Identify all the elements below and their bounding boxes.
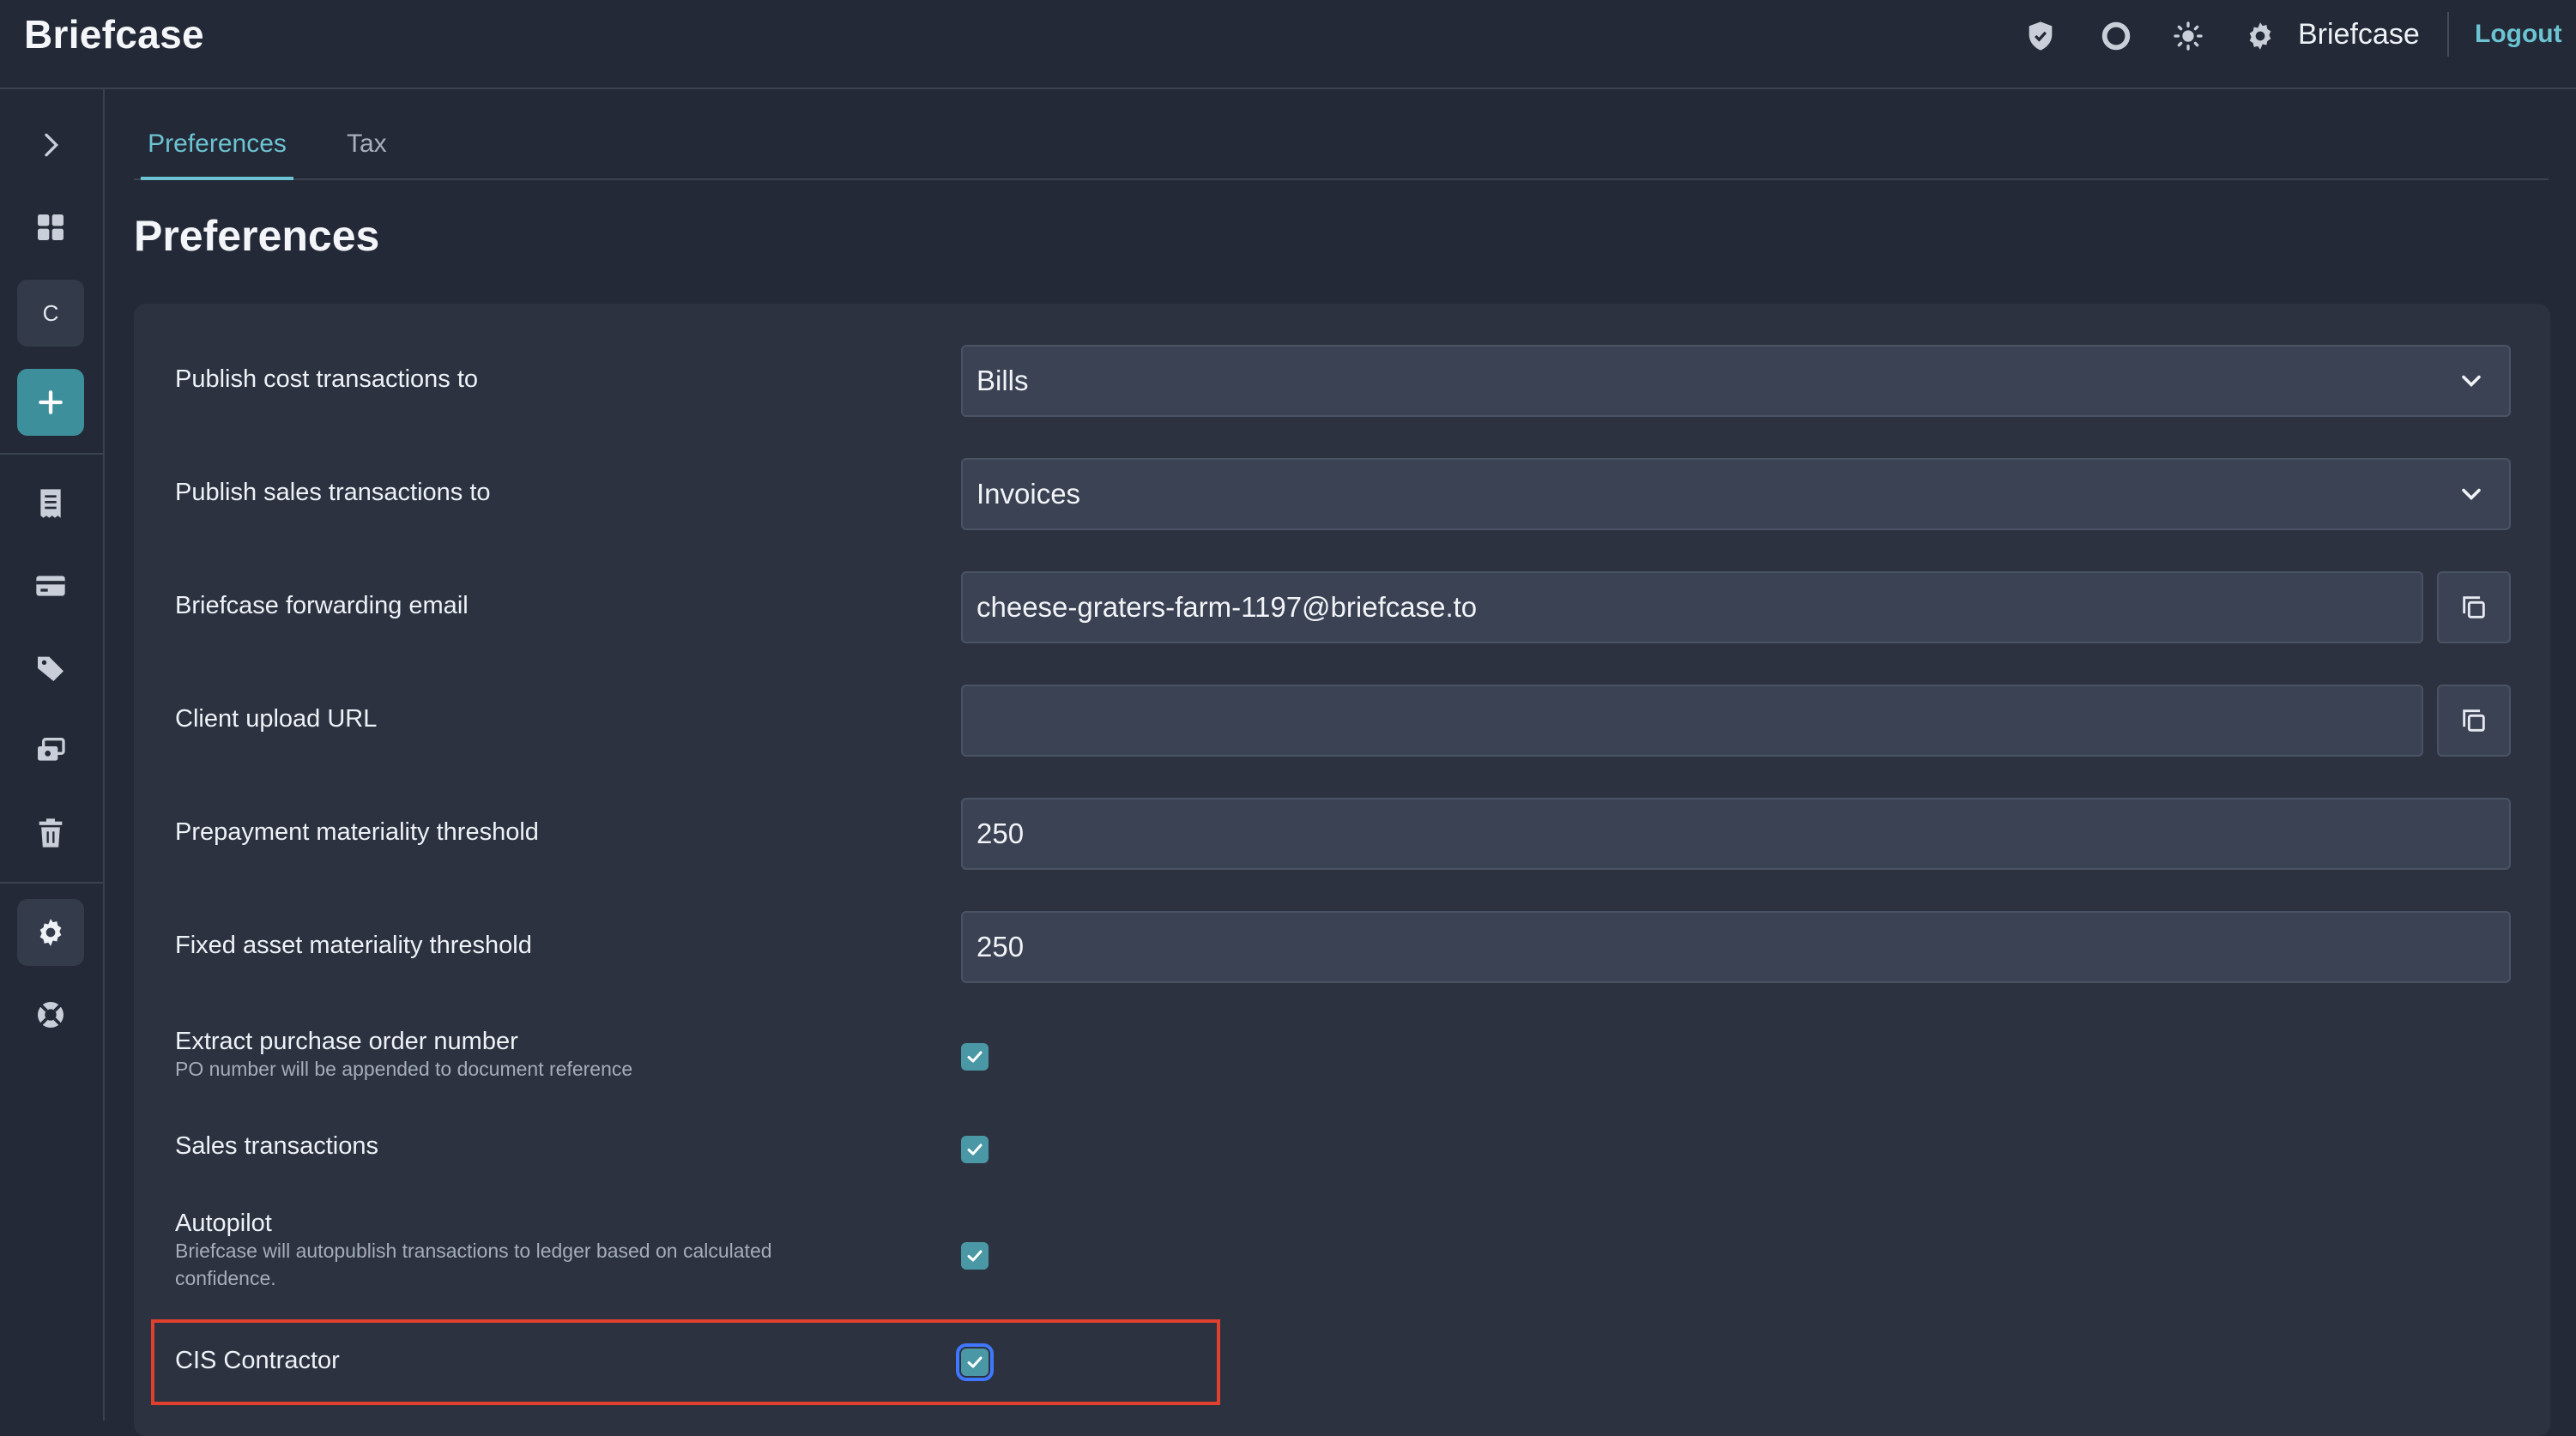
check-icon <box>967 1051 983 1063</box>
user-name[interactable]: Briefcase <box>2298 10 2420 58</box>
autopilot-label: Autopilot <box>175 1210 272 1237</box>
copy-email-button[interactable] <box>2437 571 2511 643</box>
extract-po-checkbox[interactable] <box>961 1043 989 1071</box>
check-icon <box>967 1143 983 1155</box>
sidebar: C <box>0 89 105 1421</box>
app-brand[interactable]: Briefcase <box>24 9 204 60</box>
publish-sales-label: Publish sales transactions to <box>175 479 491 506</box>
autopilot-description-line2: confidence. <box>175 1267 276 1289</box>
status-ring-icon[interactable] <box>2095 15 2137 57</box>
cis-contractor-label: CIS Contractor <box>175 1347 340 1374</box>
shield-icon[interactable] <box>2020 15 2061 57</box>
publish-sales-select[interactable]: Invoices <box>961 458 2511 530</box>
extract-po-description: PO number will be appended to document r… <box>175 1058 633 1080</box>
prepayment-threshold-input[interactable]: 250 <box>961 798 2511 870</box>
top-bar: Briefcase Briefcase Logout <box>0 0 2576 89</box>
trash-icon[interactable] <box>17 799 84 866</box>
chevron-down-icon <box>2462 488 2481 501</box>
tab-preferences[interactable]: Preferences <box>141 117 293 180</box>
tab-tax[interactable]: Tax <box>347 117 387 180</box>
expand-sidebar-button[interactable] <box>17 112 84 178</box>
copy-url-button[interactable] <box>2437 685 2511 757</box>
publish-cost-select[interactable]: Bills <box>961 345 2511 417</box>
settings-gear-icon[interactable] <box>17 899 84 966</box>
company-switcher[interactable]: C <box>17 280 84 347</box>
autopilot-checkbox[interactable] <box>961 1242 989 1270</box>
publish-sales-value: Invoices <box>977 478 1081 510</box>
sidebar-divider <box>0 453 105 455</box>
preferences-panel: Publish cost transactions to Bills Publi… <box>134 304 2550 1436</box>
check-icon <box>967 1356 983 1368</box>
stacked-cards-icon[interactable] <box>17 717 84 784</box>
gear-icon[interactable] <box>2240 15 2281 57</box>
sales-transactions-label: Sales transactions <box>175 1132 378 1160</box>
autopilot-description-line1: Briefcase will autopublish transactions … <box>175 1240 772 1262</box>
publish-cost-value: Bills <box>977 365 1029 396</box>
client-upload-field[interactable] <box>961 685 2423 757</box>
forwarding-email-field[interactable]: cheese-graters-farm-1197@briefcase.to <box>961 571 2423 643</box>
forwarding-email-label: Briefcase forwarding email <box>175 592 469 619</box>
cis-contractor-checkbox[interactable] <box>956 1343 994 1381</box>
settings-tabs: Preferences Tax <box>134 117 2549 180</box>
sidebar-divider <box>0 882 105 884</box>
page-title: Preferences <box>134 212 380 260</box>
credit-card-icon[interactable] <box>17 552 84 619</box>
chevron-down-icon <box>2462 375 2481 388</box>
copy-icon <box>2463 596 2485 618</box>
check-icon <box>967 1250 983 1262</box>
add-button[interactable] <box>17 369 84 436</box>
extract-po-label: Extract purchase order number <box>175 1028 518 1055</box>
prepayment-threshold-label: Prepayment materiality threshold <box>175 818 539 846</box>
help-lifebuoy-icon[interactable] <box>17 981 84 1048</box>
fixed-asset-threshold-input[interactable]: 250 <box>961 911 2511 983</box>
copy-icon <box>2463 709 2485 732</box>
sun-icon[interactable] <box>2168 15 2209 57</box>
publish-cost-label: Publish cost transactions to <box>175 365 479 393</box>
header-divider <box>2447 12 2449 57</box>
sales-transactions-checkbox[interactable] <box>961 1136 989 1163</box>
logout-link[interactable]: Logout <box>2475 10 2562 58</box>
tag-icon[interactable] <box>17 635 84 702</box>
fixed-asset-threshold-label: Fixed asset materiality threshold <box>175 932 532 959</box>
receipt-icon[interactable] <box>17 470 84 537</box>
client-upload-label: Client upload URL <box>175 705 378 733</box>
dashboard-grid-icon[interactable] <box>17 194 84 261</box>
